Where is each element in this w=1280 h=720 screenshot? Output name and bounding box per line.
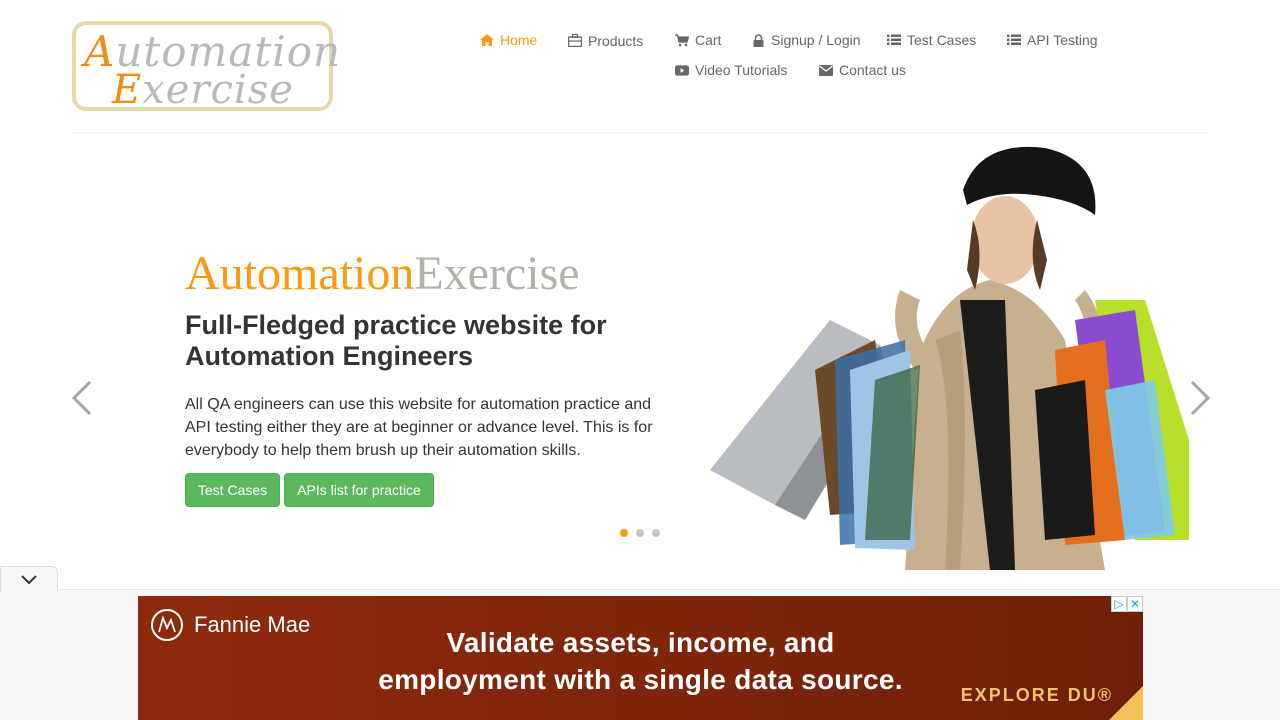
slider-dot[interactable] [635,528,645,538]
nav-video-tutorials[interactable]: Video Tutorials [675,62,787,78]
slider-dot[interactable] [651,528,661,538]
envelope-icon [819,63,833,77]
test-cases-button[interactable]: Test Cases [185,473,280,507]
ad-collapse-toggle[interactable] [0,566,58,592]
nav-products-label: Products [588,33,644,49]
slider-headline: Full-Fledged practice website for Automa… [185,310,607,371]
apis-list-button[interactable]: APIs list for practice [284,473,434,507]
ad-close-icon[interactable]: ✕ [1127,596,1143,612]
ad-banner[interactable]: Fannie Mae Validate assets, income, and … [138,596,1143,720]
site-logo[interactable]: Automation Exercise [72,21,340,113]
home-icon [480,33,494,47]
ad-cta[interactable]: EXPLORE DU® [961,685,1113,706]
nav-products[interactable]: Products [568,32,644,49]
nav-api-testing[interactable]: API Testing [1007,32,1098,48]
nav-home-label: Home [500,32,538,48]
youtube-play-icon [675,63,689,77]
chevron-left-icon [71,380,92,416]
nav-api-testing-label: API Testing [1027,32,1098,48]
nav-cart[interactable]: Cart [675,32,721,48]
lock-icon [751,33,765,47]
list-icon [887,33,901,47]
slider-prev-arrow[interactable] [68,378,98,418]
nav-video-tutorials-label: Video Tutorials [695,62,788,78]
ad-corner-decoration [1109,686,1143,720]
slider-description: All QA engineers can use this website fo… [185,396,653,459]
list-icon [1007,33,1021,47]
ad-choices-icon[interactable]: ▷ [1111,596,1127,612]
logo-line-2: Exercise [112,67,294,113]
slider-brand-title: AutomationExercise [185,247,580,300]
nav-signup-login[interactable]: Signup / Login [751,32,861,48]
chevron-down-icon [21,574,37,584]
nav-cart-label: Cart [695,32,722,48]
slider-dot[interactable] [619,528,629,538]
nav-contact-us-label: Contact us [839,62,906,78]
hero-shopping-girl-image [710,146,1189,570]
header-divider [72,132,1210,133]
nav-test-cases-label: Test Cases [907,32,977,48]
briefcase-icon [568,33,582,47]
nav-test-cases[interactable]: Test Cases [887,32,976,48]
nav-contact-us[interactable]: Contact us [819,62,906,78]
nav-home[interactable]: Home [480,32,537,48]
ad-headline-line-1: Validate assets, income, and [446,627,835,658]
nav-signup-login-label: Signup / Login [771,32,861,48]
slider-indicators [619,528,661,538]
ad-controls: ▷ ✕ [1111,596,1143,612]
cart-icon [675,33,689,47]
